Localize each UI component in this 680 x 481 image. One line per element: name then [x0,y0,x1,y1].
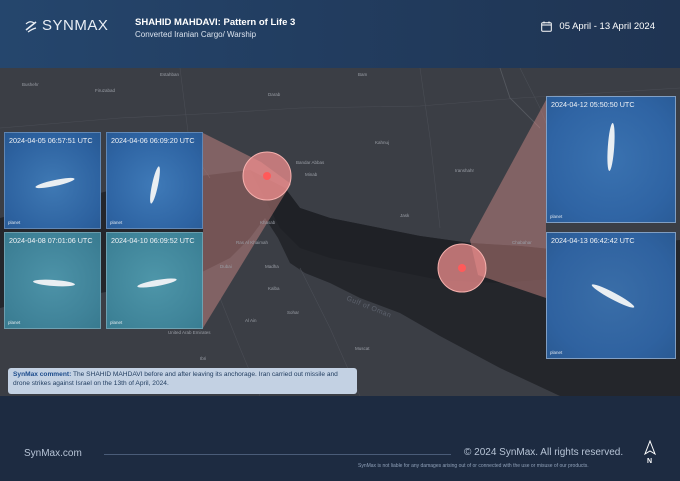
planet-watermark: planet [8,320,21,325]
thumbnail-timestamp: 2024-04-10 06:09:52 UTC [111,236,195,245]
planet-watermark: planet [110,320,123,325]
synmax-comment: SynMax comment: The SHAHID MAHDAVI befor… [8,368,357,394]
place-label: Muscat [355,346,370,351]
footer-url-link[interactable]: SynMax.com [24,448,82,459]
footer: SynMax.com © 2024 SynMax. All rights res… [0,396,680,481]
place-label: Bam [358,72,368,77]
planet-watermark: planet [550,214,563,219]
departure-marker-dot [458,264,466,272]
place-label: Kalba [268,286,280,291]
place-label: Jask [400,213,410,218]
footer-divider [104,454,451,455]
satellite-thumbnail[interactable]: 2024-04-05 06:57:51 UTC planet [4,132,101,229]
thumbnail-timestamp: 2024-04-13 06:42:42 UTC [551,236,635,245]
anchorage-marker-dot [263,172,271,180]
ship-icon [591,284,635,308]
header: SYNMAX SHAHID MAHDAVI: Pattern of Life 3… [0,0,680,68]
place-label: Firuzabad [95,88,116,93]
satellite-thumbnail[interactable]: 2024-04-06 06:09:20 UTC planet [106,132,203,229]
ship-icon [137,278,177,288]
ship-icon [33,279,75,287]
place-label: Khasab [260,220,276,225]
place-label: Bandar Abbas [296,160,325,165]
ship-icon [607,123,615,171]
place-label: Sohar [287,310,300,315]
date-range: 05 April - 13 April 2024 [541,21,655,32]
north-label: N [647,458,653,465]
disclaimer-text: SynMax is not liable for any damages ari… [358,463,589,469]
date-range-text: 05 April - 13 April 2024 [559,21,655,32]
copyright-text: © 2024 SynMax. All rights reserved. [464,447,624,458]
place-label: Iranshahr [455,168,475,173]
satellite-thumbnail[interactable]: 2024-04-12 05:50:50 UTC planet [546,96,676,223]
place-label: Estahban [160,72,180,77]
ship-icon [35,177,75,189]
place-label: Dubai [220,264,232,269]
brand-name: SYNMAX [42,17,109,34]
planet-watermark: planet [8,220,21,225]
synmax-logo[interactable]: SYNMAX [24,17,108,34]
map-area[interactable]: Bushehr Firuzabad Estahban Darab Bam Min… [0,68,680,396]
satellite-thumbnail[interactable]: 2024-04-08 07:01:06 UTC planet [4,232,101,329]
place-label: Kahnuj [375,140,390,145]
place-label: Darab [268,92,281,97]
thumbnail-timestamp: 2024-04-05 06:57:51 UTC [9,136,93,145]
place-label: Madha [265,264,279,269]
satellite-thumbnail[interactable]: 2024-04-10 06:09:52 UTC planet [106,232,203,329]
ship-icon [150,166,160,204]
place-label: Ibri [200,356,207,361]
page-subtitle: Converted Iranian Cargo/ Warship [135,30,257,39]
planet-watermark: planet [110,220,123,225]
place-label: Chabahar [512,240,532,245]
planet-watermark: planet [550,350,563,355]
thumbnail-timestamp: 2024-04-06 06:09:20 UTC [111,136,195,145]
calendar-icon [541,21,553,32]
place-label: Bushehr [22,82,39,87]
comment-label: SynMax comment: [13,371,72,378]
synmax-logo-icon [25,20,37,32]
place-label: Al Ain [245,318,257,323]
page-title: SHAHID MAHDAVI: Pattern of Life 3 [135,17,296,28]
place-label: Ras Al Khaimah [236,240,269,245]
thumbnail-timestamp: 2024-04-12 05:50:50 UTC [551,100,635,109]
place-label: United Arab Emirates [168,330,211,335]
satellite-thumbnail[interactable]: 2024-04-13 06:42:42 UTC planet [546,232,676,359]
thumbnail-timestamp: 2024-04-08 07:01:06 UTC [9,236,93,245]
place-label: Minab [305,172,318,177]
